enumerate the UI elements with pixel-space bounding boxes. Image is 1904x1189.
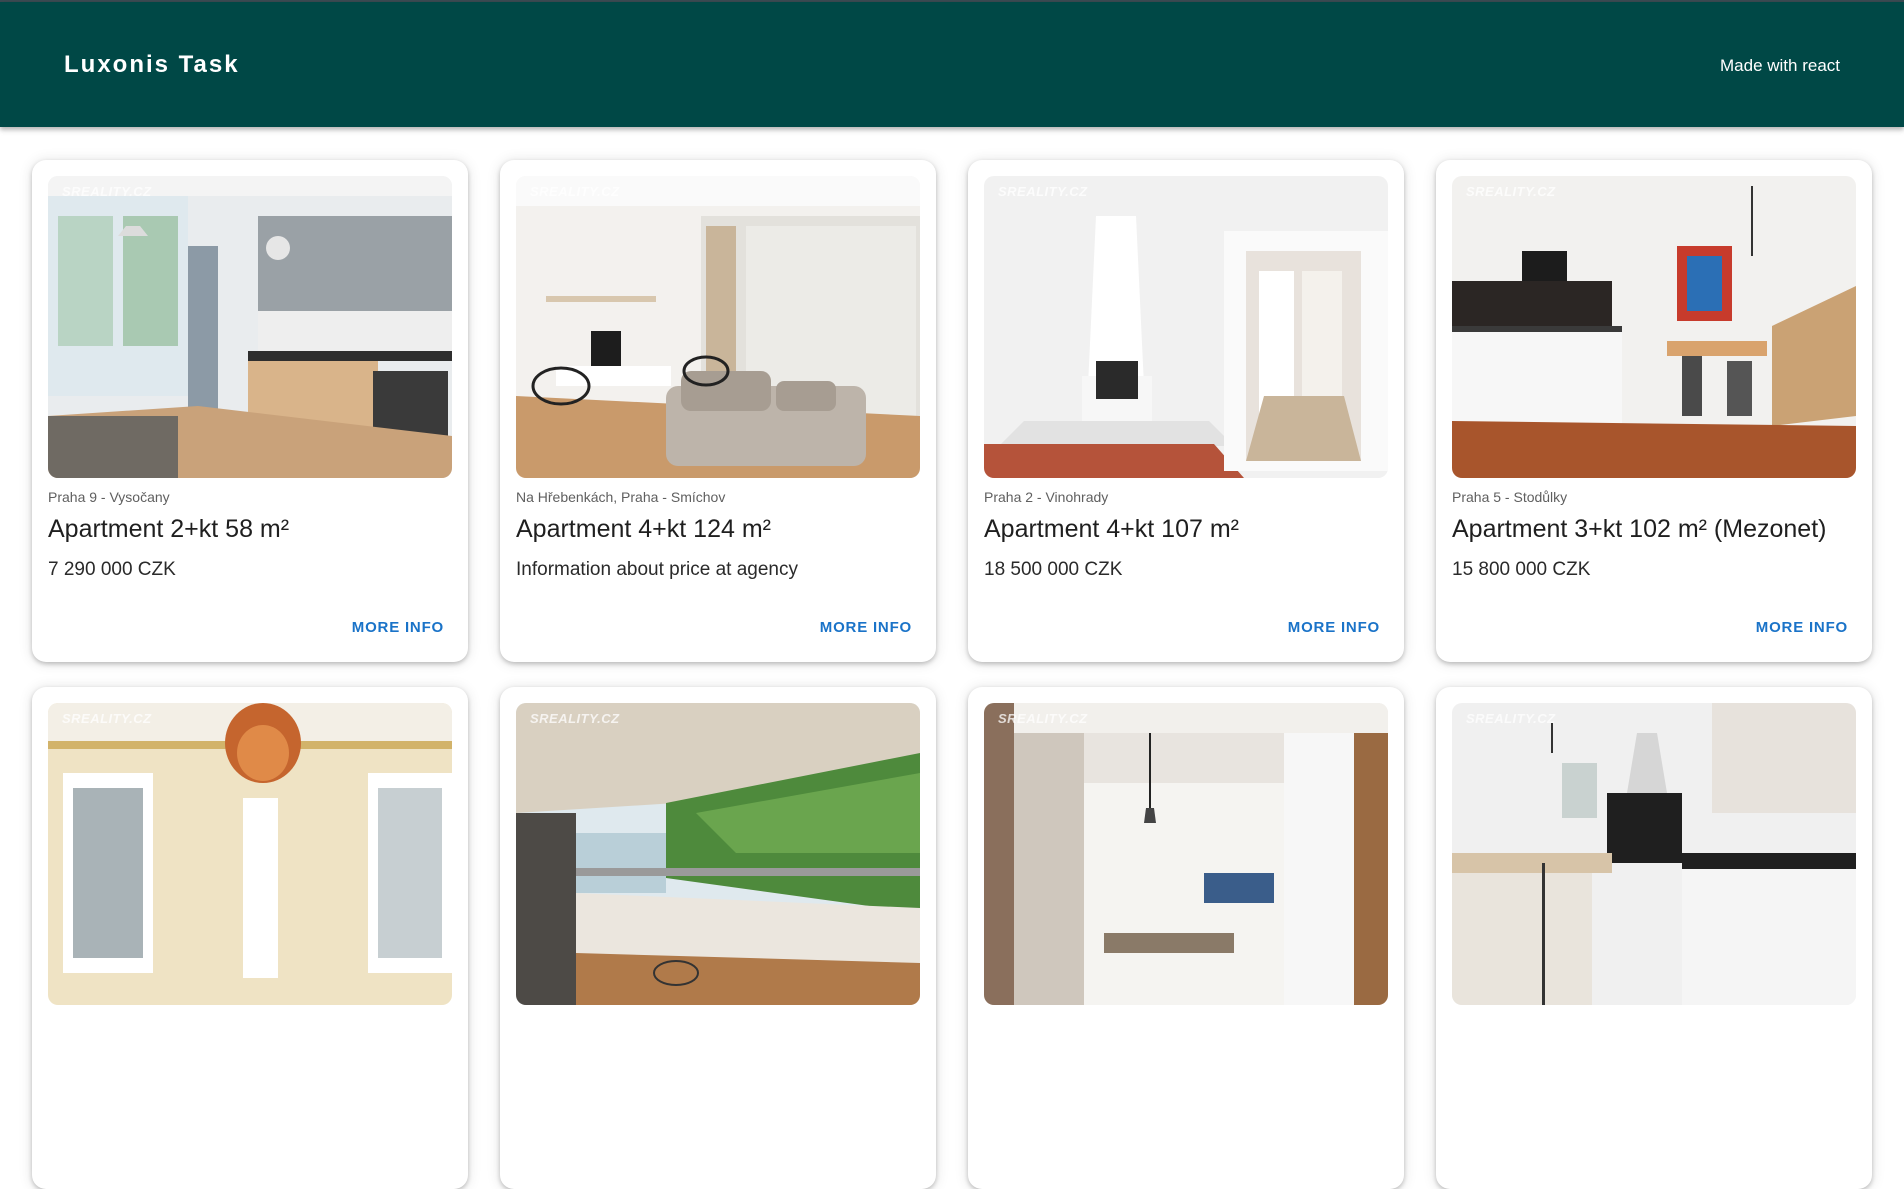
listing-card: SREALITY.CZ (32, 687, 468, 1189)
listing-photo[interactable]: SREALITY.CZ (516, 703, 920, 1005)
listing-price: 15 800 000 CZK (1452, 559, 1591, 580)
listing-photo[interactable]: SREALITY.CZ (1452, 176, 1856, 478)
watermark-logo: SREALITY.CZ (62, 711, 152, 726)
watermark-logo: SREALITY.CZ (998, 184, 1088, 199)
watermark-logo: SREALITY.CZ (1466, 184, 1556, 199)
listings-grid: SREALITY.CZ Praha 9 - Vysočany Apartment… (32, 160, 1872, 1189)
app-bar: Luxonis Task Made with react (0, 2, 1904, 127)
listing-title: Apartment 2+kt 58 m² (48, 515, 290, 543)
listing-price: 7 290 000 CZK (48, 559, 176, 580)
listing-photo[interactable]: SREALITY.CZ (984, 176, 1388, 478)
watermark-logo: SREALITY.CZ (1466, 711, 1556, 726)
listing-card: SREALITY.CZ Praha 9 - Vysočany Apartment… (32, 160, 468, 662)
listing-card: SREALITY.CZ Praha 5 - Stodůlky Apartment… (1436, 160, 1872, 662)
listing-card: SREALITY.CZ Praha 2 - Vinohrady Apartmen… (968, 160, 1404, 662)
listing-photo[interactable]: SREALITY.CZ (516, 176, 920, 478)
listing-price: Information about price at agency (516, 559, 799, 580)
app-title: Luxonis Task (64, 51, 240, 78)
listing-location: Praha 5 - Stodůlky (1452, 489, 1568, 505)
listing-photo[interactable]: SREALITY.CZ (1452, 703, 1856, 1005)
listing-location: Na Hřebenkách, Praha - Smíchov (516, 489, 726, 505)
more-info-button[interactable]: MORE INFO (352, 619, 444, 636)
more-info-button[interactable]: MORE INFO (1756, 619, 1848, 636)
listing-photo[interactable]: SREALITY.CZ (48, 703, 452, 1005)
listing-title: Apartment 4+kt 107 m² (984, 515, 1239, 543)
listing-card: SREALITY.CZ (968, 687, 1404, 1189)
listing-location: Praha 9 - Vysočany (48, 489, 170, 505)
listing-photo[interactable]: SREALITY.CZ (48, 176, 452, 478)
made-with-label: Made with react (1720, 56, 1840, 75)
watermark-logo: SREALITY.CZ (530, 711, 620, 726)
listing-price: 18 500 000 CZK (984, 559, 1123, 580)
listing-title: Apartment 3+kt 102 m² (Mezonet) (1452, 515, 1827, 543)
listing-location: Praha 2 - Vinohrady (984, 489, 1109, 505)
listing-card: SREALITY.CZ Na Hřebenkách, Praha - Smích… (500, 160, 936, 662)
listing-photo[interactable]: SREALITY.CZ (984, 703, 1388, 1005)
watermark-logo: SREALITY.CZ (62, 184, 152, 199)
listing-card: SREALITY.CZ (500, 687, 936, 1189)
listing-card: SREALITY.CZ (1436, 687, 1872, 1189)
more-info-button[interactable]: MORE INFO (820, 619, 912, 636)
listing-title: Apartment 4+kt 124 m² (516, 515, 771, 543)
more-info-button[interactable]: MORE INFO (1288, 619, 1380, 636)
watermark-logo: SREALITY.CZ (530, 184, 620, 199)
watermark-logo: SREALITY.CZ (998, 711, 1088, 726)
